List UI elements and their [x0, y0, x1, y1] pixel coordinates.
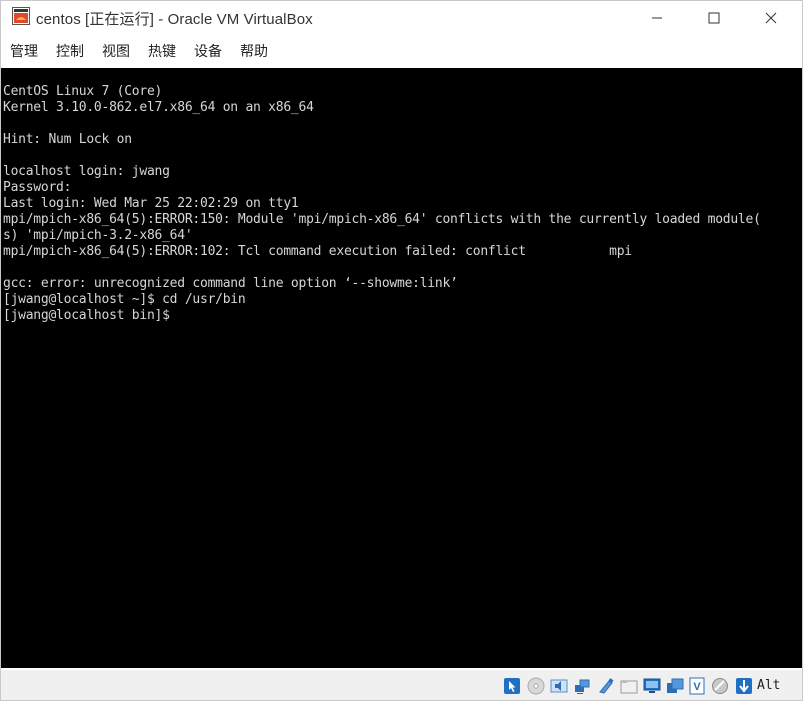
network-icon[interactable] [573, 677, 591, 695]
virtualbox-window: centos [正在运行] - Oracle VM VirtualBox 管理 … [0, 0, 803, 701]
menu-item-hotkeys[interactable]: 热键 [148, 41, 176, 61]
usb-icon[interactable] [597, 677, 615, 695]
minimize-button[interactable] [628, 1, 686, 34]
terminal-prompt-line: [jwang@localhost bin]$ [3, 308, 170, 323]
terminal-line: CentOS Linux 7 (Core) [3, 84, 163, 99]
terminal-line: s) 'mpi/mpich-3.2-x86_64' [3, 228, 193, 243]
close-button[interactable] [742, 1, 800, 34]
minimize-icon [652, 17, 662, 18]
display-icon[interactable] [643, 677, 661, 695]
terminal-line: Password: [3, 180, 72, 195]
menu-item-view[interactable]: 视图 [102, 41, 130, 61]
cpu-icon[interactable] [711, 677, 729, 695]
terminal-line: mpi/mpich-x86_64(5):ERROR:150: Module 'm… [3, 212, 761, 227]
optical-drive-icon[interactable] [527, 677, 545, 695]
terminal-line: gcc: error: unrecognized command line op… [3, 276, 458, 291]
virtualization-icon[interactable]: V [688, 677, 706, 695]
terminal-line: localhost login: jwang [3, 164, 170, 179]
terminal-line: Hint: Num Lock on [3, 132, 132, 147]
terminal-line: Last login: Wed Mar 25 22:02:29 on tty1 [3, 196, 299, 211]
title-bar[interactable]: centos [正在运行] - Oracle VM VirtualBox [1, 1, 802, 34]
mouse-integration-icon[interactable] [503, 677, 521, 695]
menu-item-help[interactable]: 帮助 [240, 41, 268, 61]
keyboard-capture-icon[interactable] [735, 677, 753, 695]
status-bar: V Alt [1, 670, 802, 700]
menu-item-control[interactable]: 控制 [56, 41, 84, 61]
vm-console-screen[interactable]: CentOS Linux 7 (Core) Kernel 3.10.0-862.… [1, 68, 802, 668]
window-title: centos [正在运行] - Oracle VM VirtualBox [36, 11, 313, 28]
maximize-button[interactable] [685, 1, 743, 34]
svg-text:V: V [693, 681, 701, 693]
menu-item-devices[interactable]: 设备 [194, 41, 222, 61]
maximize-icon [708, 12, 720, 23]
virtualbox-app-icon [12, 7, 30, 25]
terminal-line: Kernel 3.10.0-862.el7.x86_64 on an x86_6… [3, 100, 314, 115]
host-key-label: Alt [757, 678, 781, 693]
terminal-line: mpi/mpich-x86_64(5):ERROR:102: Tcl comma… [3, 244, 632, 259]
video-capture-icon[interactable] [666, 677, 684, 695]
close-icon [765, 12, 777, 23]
terminal-line: [jwang@localhost ~]$ cd /usr/bin [3, 292, 246, 307]
shared-folders-icon[interactable] [620, 677, 638, 695]
menu-item-manage[interactable]: 管理 [10, 41, 38, 61]
menu-bar: 管理 控制 视图 热键 设备 帮助 [1, 36, 802, 64]
audio-icon[interactable] [550, 677, 568, 695]
